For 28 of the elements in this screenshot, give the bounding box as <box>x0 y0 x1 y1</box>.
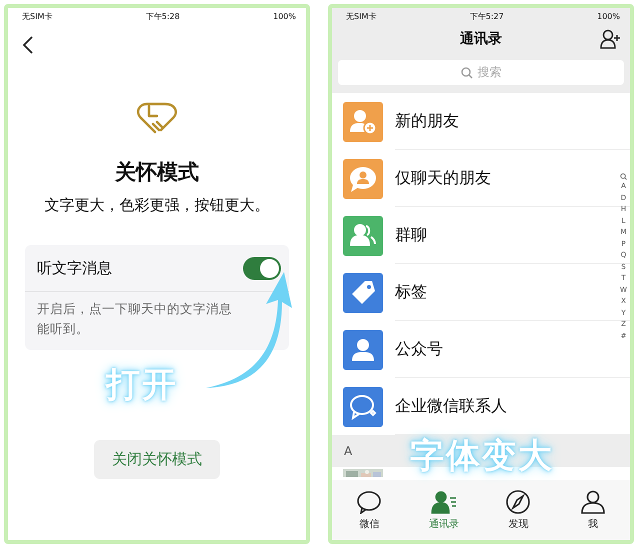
setting-description: 能听到。 <box>37 321 89 338</box>
status-time: 下午5:27 <box>470 11 504 22</box>
annotation-text: 字体变大 <box>410 433 554 479</box>
tab[interactable]: 通讯录 <box>414 490 474 530</box>
contact-category-label[interactable]: 新的朋友 <box>395 93 630 150</box>
close-care-mode-button[interactable]: 关闭关怀模式 <box>94 440 220 479</box>
subtitle: 文字更大，色彩更强，按钮更大。 <box>44 196 270 215</box>
search-icon[interactable] <box>620 173 627 180</box>
status-time: 下午5:28 <box>146 11 180 22</box>
tab-icon <box>505 490 532 514</box>
carrier-label: 无SIM卡 <box>22 11 52 22</box>
screen-title: 通讯录 <box>460 30 502 48</box>
carrier-label: 无SIM卡 <box>346 11 376 22</box>
add-contact-icon[interactable] <box>600 29 622 49</box>
setting-description: 开启后，点一下聊天中的文字消息 <box>37 301 232 318</box>
page-title: 关怀模式 <box>115 159 199 186</box>
battery-label: 100% <box>273 12 296 21</box>
tab-icon <box>430 490 457 514</box>
tab[interactable]: 微信 <box>339 490 400 530</box>
search-icon <box>460 66 472 78</box>
tab[interactable]: 发现 <box>488 490 548 530</box>
tab-icon <box>356 490 382 514</box>
setting-label: 听文字消息 <box>37 258 112 278</box>
tab[interactable]: 我 <box>562 490 623 530</box>
battery-label: 100% <box>597 12 620 21</box>
back-icon[interactable] <box>22 36 34 54</box>
tab-icon <box>580 490 606 514</box>
toggle-switch[interactable] <box>243 256 281 280</box>
